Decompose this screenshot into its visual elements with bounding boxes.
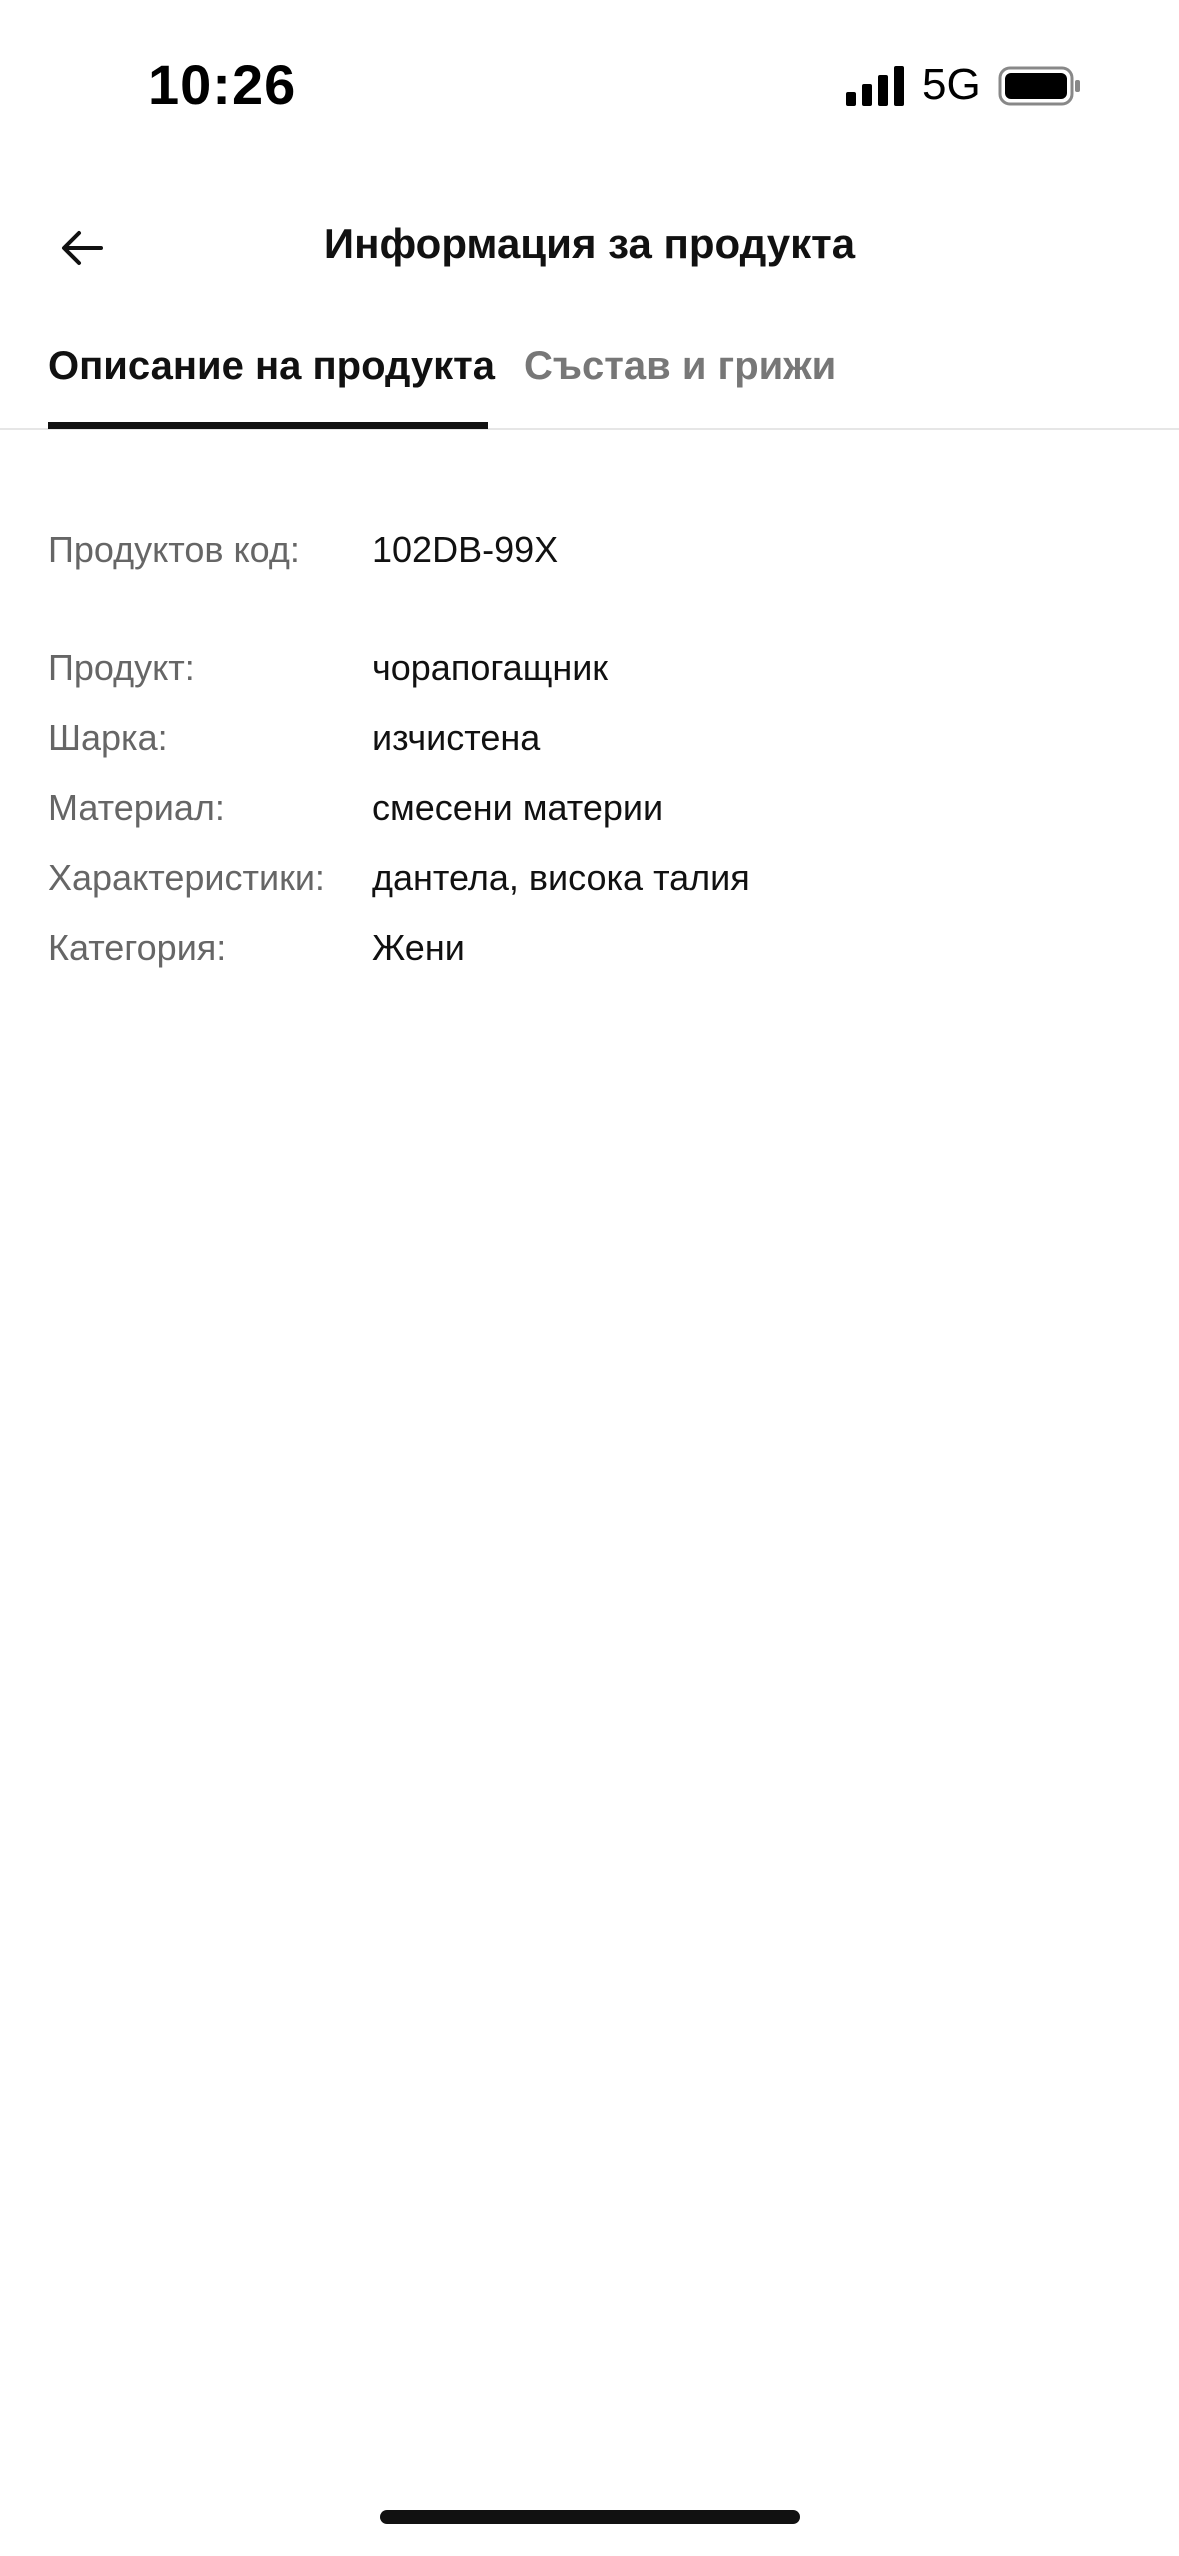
detail-value: дантела, висока талия — [372, 857, 750, 898]
page-title: Информация за продукта — [323, 220, 856, 267]
detail-label: Продукт: — [48, 647, 195, 688]
detail-row-pattern: Шарка: изчистена — [48, 708, 1138, 768]
tab-composition-care[interactable]: Състав и грижи — [524, 344, 836, 389]
detail-row-characteristics: Характеристики: дантела, висока талия — [48, 848, 1138, 908]
status-bar: 10:26 5G — [0, 0, 1179, 170]
detail-value: изчистена — [372, 717, 541, 758]
network-type: 5G — [922, 60, 981, 109]
detail-label: Категория: — [48, 927, 227, 968]
detail-row-product: Продукт: чорапогащник — [48, 638, 1138, 698]
detail-value: чорапогащник — [372, 647, 609, 688]
detail-value: смесени материи — [372, 787, 664, 828]
detail-row-material: Материал: смесени материи — [48, 778, 1138, 838]
detail-row-product-code: Продуктов код: 102DB-99X — [48, 520, 1138, 580]
detail-label: Продуктов код: — [48, 529, 300, 570]
detail-value: Жени — [372, 927, 465, 968]
home-indicator[interactable] — [380, 2510, 800, 2524]
active-tab-indicator — [48, 422, 488, 429]
tab-product-description[interactable]: Описание на продукта — [48, 344, 495, 389]
detail-label: Материал: — [48, 787, 225, 828]
battery-icon — [998, 66, 1080, 106]
detail-value: 102DB-99X — [372, 529, 559, 570]
detail-label: Характеристики: — [48, 857, 325, 898]
cellular-signal-icon — [846, 66, 904, 106]
tab-bar: Описание на продукта Състав и грижи — [0, 330, 1179, 430]
header: Информация за продукта — [0, 190, 1179, 300]
detail-row-category: Категория: Жени — [48, 918, 1138, 978]
detail-label: Шарка: — [48, 717, 168, 758]
status-time: 10:26 — [148, 53, 297, 116]
